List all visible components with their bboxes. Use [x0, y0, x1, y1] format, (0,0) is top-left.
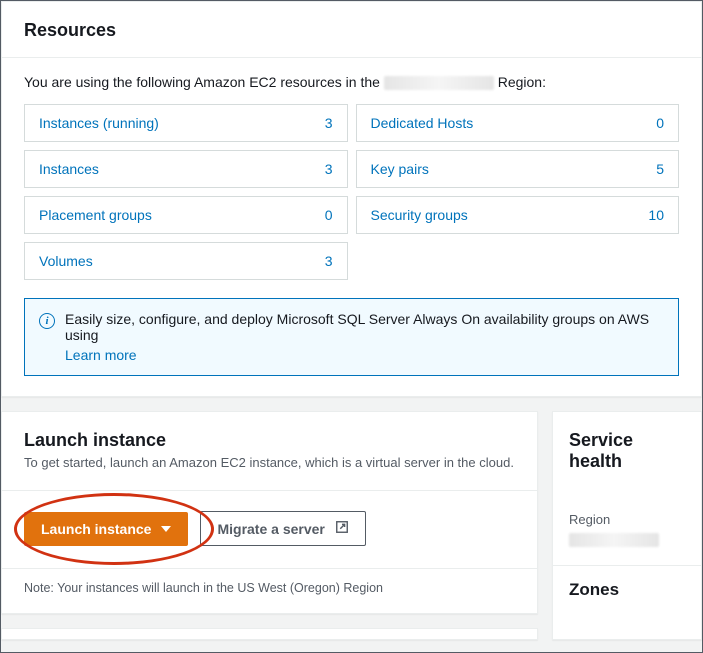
- info-icon: i: [39, 313, 55, 329]
- resources-intro: You are using the following Amazon EC2 r…: [24, 74, 679, 90]
- resource-key-pairs[interactable]: Key pairs 5: [356, 150, 680, 188]
- resources-panel: Resources You are using the following Am…: [1, 1, 702, 397]
- resource-dedicated-hosts[interactable]: Dedicated Hosts 0: [356, 104, 680, 142]
- launch-button-label: Launch instance: [41, 521, 151, 537]
- resource-security-groups[interactable]: Security groups 10: [356, 196, 680, 234]
- resource-count: 0: [325, 207, 333, 223]
- health-title: Service health: [569, 430, 685, 472]
- service-health-panel: Service health Region Zones: [552, 411, 702, 640]
- intro-suffix: Region:: [498, 74, 546, 90]
- caret-down-icon: [161, 526, 171, 532]
- resource-label: Instances (running): [39, 115, 159, 131]
- intro-prefix: You are using the following Amazon EC2 r…: [24, 74, 380, 90]
- resource-count: 3: [325, 253, 333, 269]
- resources-body: You are using the following Amazon EC2 r…: [2, 58, 701, 396]
- launch-header: Launch instance To get started, launch a…: [2, 412, 537, 480]
- info-banner-text: Easily size, configure, and deploy Micro…: [65, 311, 649, 343]
- resource-label: Volumes: [39, 253, 93, 269]
- launch-title: Launch instance: [24, 430, 515, 451]
- info-banner-text-wrap: Easily size, configure, and deploy Micro…: [65, 311, 664, 363]
- launch-actions: Launch instance Migrate a server: [2, 490, 537, 568]
- migrate-server-button[interactable]: Migrate a server: [200, 511, 365, 546]
- resource-instances[interactable]: Instances 3: [24, 150, 348, 188]
- resources-title: Resources: [24, 20, 679, 41]
- resource-grid: Instances (running) 3 Dedicated Hosts 0 …: [24, 104, 679, 280]
- resource-count: 3: [325, 115, 333, 131]
- migrate-button-label: Migrate a server: [217, 521, 324, 537]
- resource-label: Placement groups: [39, 207, 152, 223]
- resource-label: Security groups: [371, 207, 468, 223]
- resource-count: 5: [656, 161, 664, 177]
- info-banner: i Easily size, configure, and deploy Mic…: [24, 298, 679, 376]
- resource-instances-running[interactable]: Instances (running) 3: [24, 104, 348, 142]
- resource-count: 10: [648, 207, 664, 223]
- health-header: Service health: [553, 412, 701, 512]
- learn-more-link[interactable]: Learn more: [65, 347, 664, 363]
- external-link-icon: [335, 520, 349, 537]
- region-redacted: [384, 76, 494, 90]
- launch-note: Note: Your instances will launch in the …: [2, 568, 537, 613]
- launch-instance-button[interactable]: Launch instance: [24, 512, 188, 546]
- resource-label: Key pairs: [371, 161, 429, 177]
- launch-subtitle: To get started, launch an Amazon EC2 ins…: [24, 455, 515, 470]
- launch-column: Launch instance To get started, launch a…: [1, 411, 538, 640]
- health-region: Region: [553, 512, 701, 565]
- resources-header: Resources: [2, 2, 701, 58]
- launch-panel: Launch instance To get started, launch a…: [1, 411, 538, 614]
- zones-title: Zones: [553, 565, 701, 618]
- lower-row: Launch instance To get started, launch a…: [1, 411, 702, 640]
- region-value-redacted: [569, 533, 659, 547]
- next-panel-peek: [1, 628, 538, 640]
- resource-count: 3: [325, 161, 333, 177]
- resource-volumes[interactable]: Volumes 3: [24, 242, 348, 280]
- resource-label: Instances: [39, 161, 99, 177]
- resource-placement-groups[interactable]: Placement groups 0: [24, 196, 348, 234]
- resource-count: 0: [656, 115, 664, 131]
- resource-label: Dedicated Hosts: [371, 115, 474, 131]
- region-label: Region: [569, 512, 610, 527]
